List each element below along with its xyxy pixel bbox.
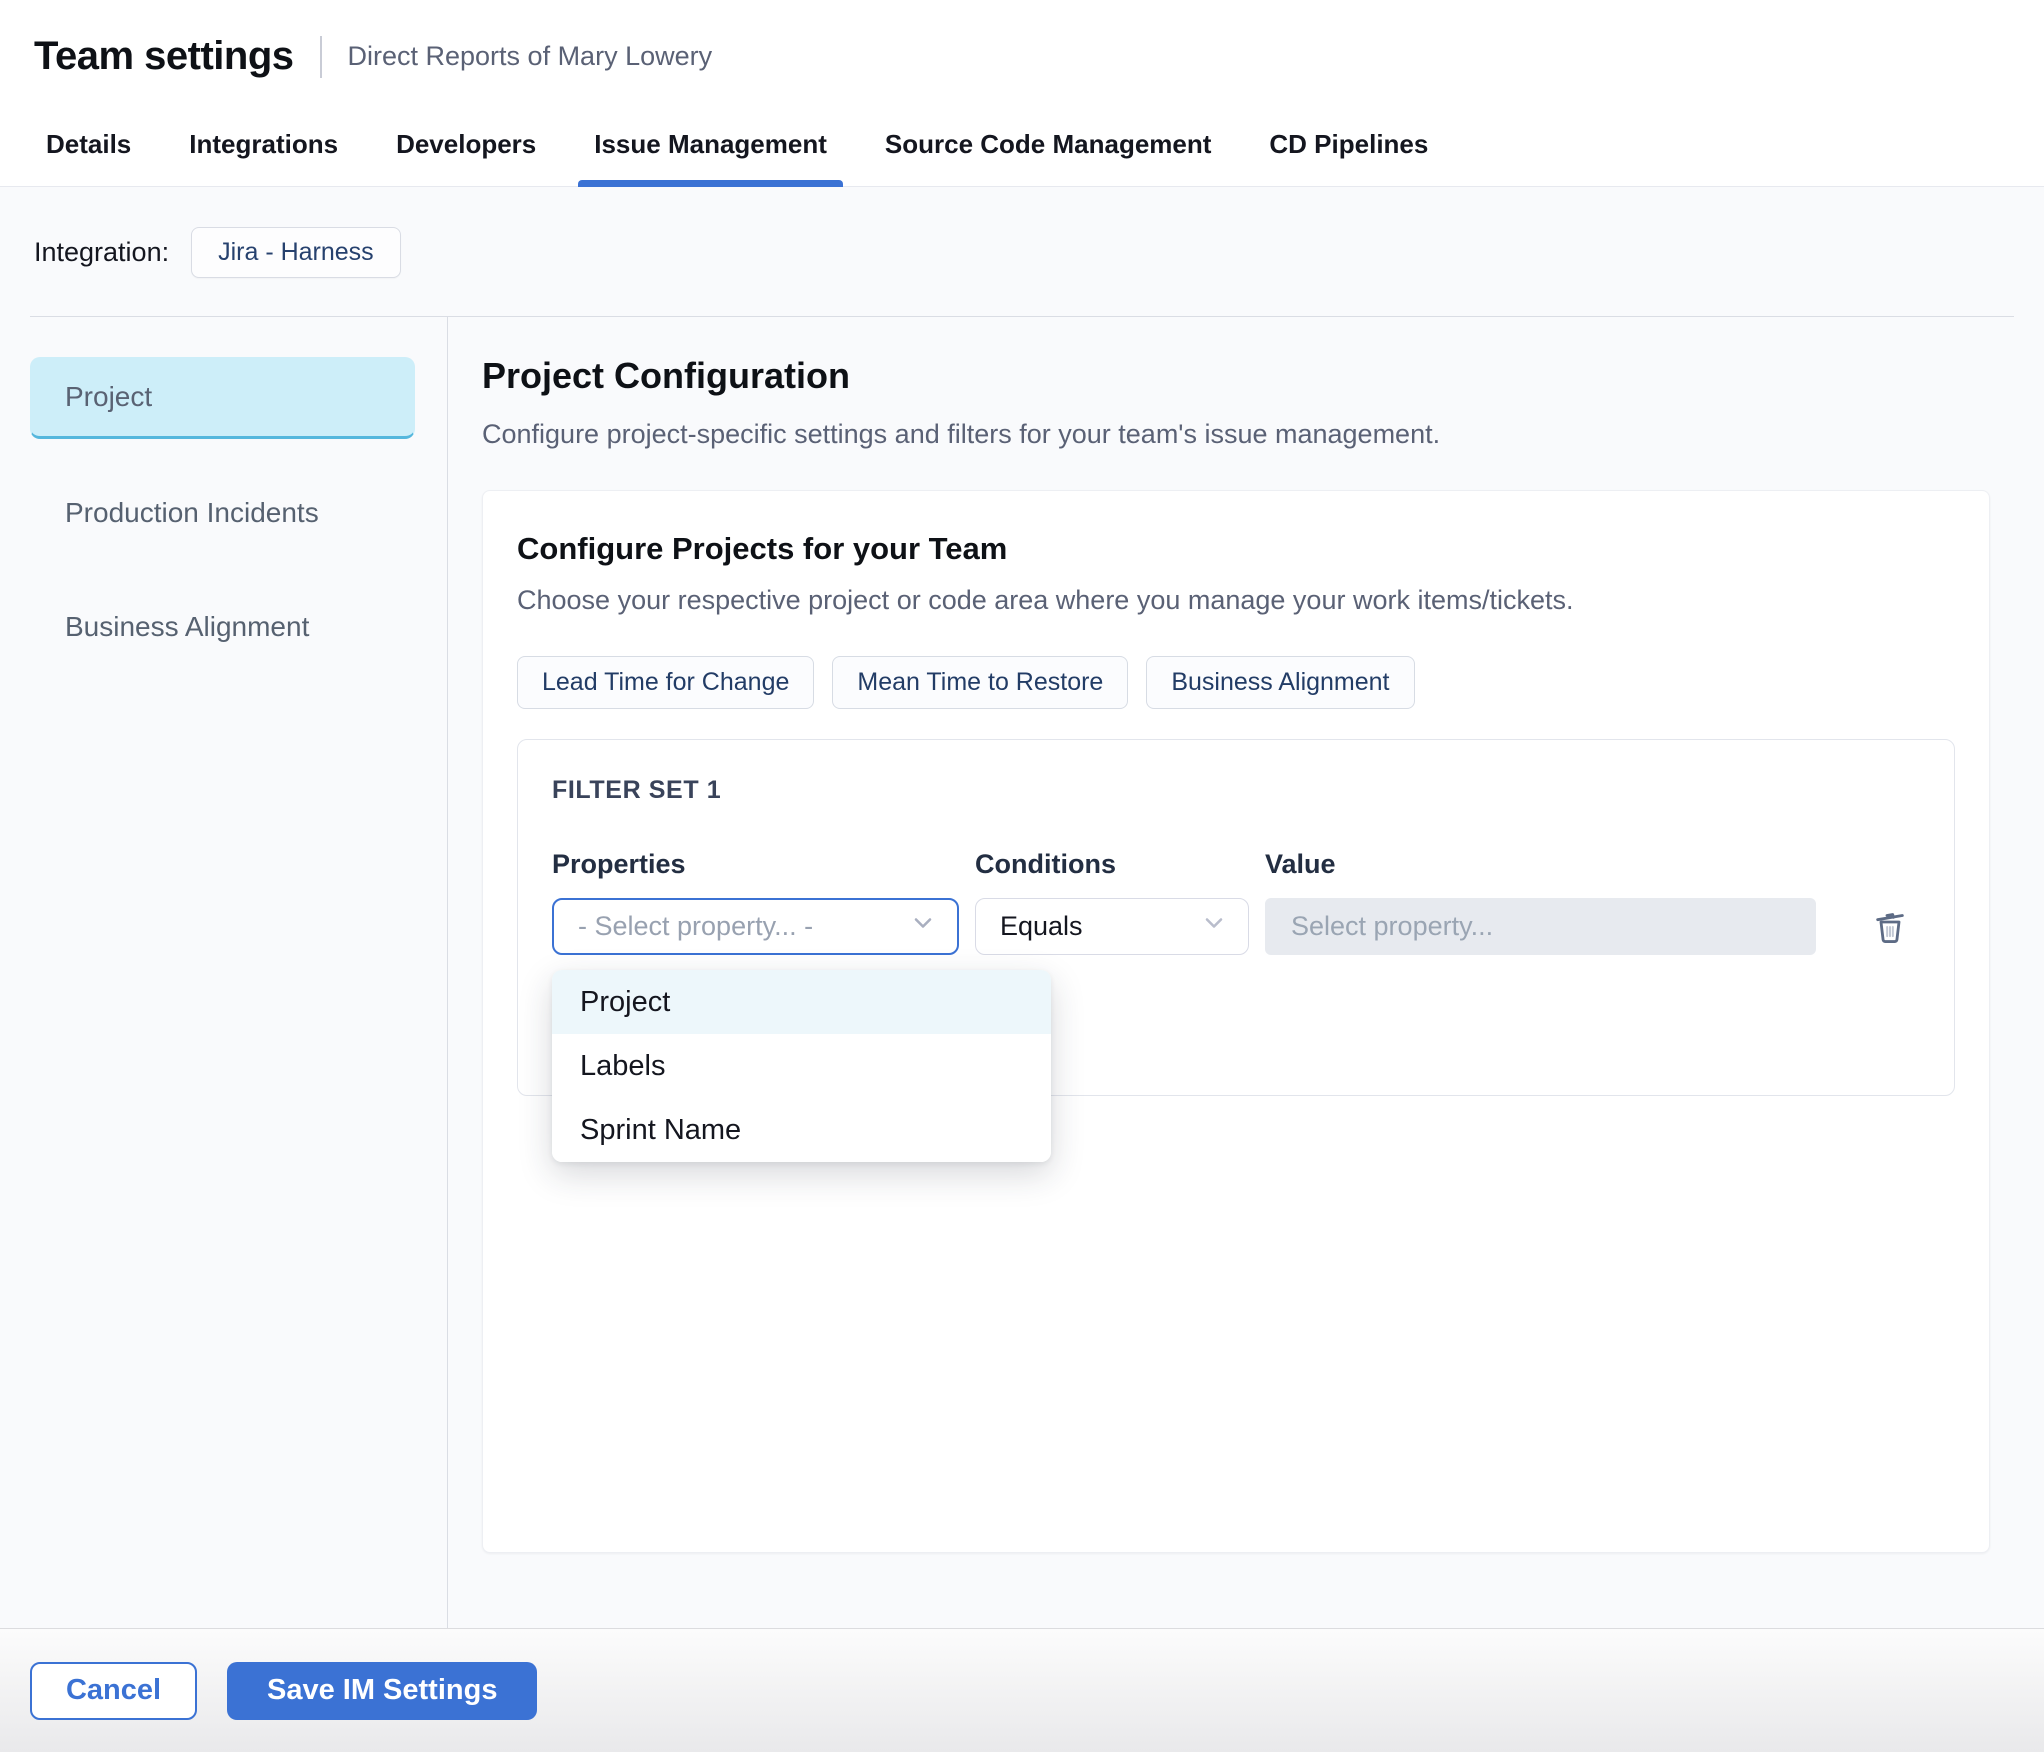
main-content: Project Configuration Configure project-… — [448, 317, 2044, 1628]
header-title-row: Team settings Direct Reports of Mary Low… — [0, 0, 2044, 101]
column-label-properties: Properties — [552, 849, 686, 879]
property-select-placeholder: - Select property... - — [578, 911, 814, 941]
value-input[interactable] — [1265, 898, 1816, 955]
filter-column-labels: Properties Conditions Value — [552, 849, 1920, 880]
team-settings-page: Team settings Direct Reports of Mary Low… — [0, 0, 2044, 1752]
condition-select-value: Equals — [1000, 911, 1083, 941]
chevron-down-icon — [909, 909, 937, 944]
integration-chip[interactable]: Jira - Harness — [191, 227, 401, 278]
integration-row: Integration: Jira - Harness — [0, 187, 2044, 316]
metric-chips: Lead Time for Change Mean Time to Restor… — [517, 656, 1955, 709]
condition-select[interactable]: Equals — [975, 898, 1249, 955]
tab-bar: Details Integrations Developers Issue Ma… — [0, 101, 2044, 187]
section-title: Project Configuration — [482, 355, 850, 396]
sidebar-item-project[interactable]: Project — [30, 357, 415, 439]
card-description: Choose your respective project or code a… — [517, 585, 1574, 615]
sidebar-item-production-incidents[interactable]: Production Incidents — [30, 473, 415, 553]
body: Project Production Incidents Business Al… — [0, 317, 2044, 1628]
configure-projects-card: Configure Projects for your Team Choose … — [482, 490, 1990, 1553]
dropdown-option-labels[interactable]: Labels — [552, 1034, 1051, 1098]
tab-cd-pipelines[interactable]: CD Pipelines — [1253, 101, 1444, 186]
chevron-down-icon — [1200, 909, 1228, 944]
integration-label: Integration: — [34, 237, 170, 267]
cancel-button[interactable]: Cancel — [30, 1661, 197, 1720]
dropdown-option-sprint-name[interactable]: Sprint Name — [552, 1098, 1051, 1162]
tab-issue-management[interactable]: Issue Management — [578, 101, 843, 187]
tab-details[interactable]: Details — [30, 101, 147, 186]
section-description: Configure project-specific settings and … — [482, 419, 1441, 449]
chip-lead-time-for-change[interactable]: Lead Time for Change — [517, 656, 815, 709]
delete-filter-button[interactable] — [1866, 903, 1914, 951]
page-title: Team settings — [34, 34, 294, 78]
column-label-value: Value — [1265, 849, 1336, 879]
tab-developers[interactable]: Developers — [380, 101, 552, 186]
tab-source-code-management[interactable]: Source Code Management — [869, 101, 1228, 186]
property-dropdown: Project Labels Sprint Name — [552, 970, 1051, 1162]
chip-business-alignment[interactable]: Business Alignment — [1146, 656, 1415, 709]
card-title: Configure Projects for your Team — [517, 531, 1008, 566]
save-im-settings-button[interactable]: Save IM Settings — [227, 1661, 538, 1720]
page-subtitle: Direct Reports of Mary Lowery — [347, 41, 713, 71]
filter-controls-row: - Select property... - Equals — [552, 898, 1920, 955]
trash-icon — [1870, 912, 1910, 950]
sidebar: Project Production Incidents Business Al… — [0, 317, 448, 1628]
header: Team settings Direct Reports of Mary Low… — [0, 0, 2044, 187]
filter-set-card: FILTER SET 1 Properties Conditions Value… — [517, 739, 1955, 1162]
filter-set-title: FILTER SET 1 — [552, 776, 722, 804]
footer-action-bar: Cancel Save IM Settings — [0, 1628, 2044, 1752]
dropdown-option-project[interactable]: Project — [552, 970, 1051, 1034]
chip-mean-time-to-restore[interactable]: Mean Time to Restore — [832, 656, 1129, 709]
tab-integrations[interactable]: Integrations — [173, 101, 354, 186]
title-separator — [319, 35, 322, 78]
column-label-conditions: Conditions — [975, 849, 1116, 879]
sidebar-item-business-alignment[interactable]: Business Alignment — [30, 587, 415, 667]
property-select[interactable]: - Select property... - — [552, 898, 959, 955]
